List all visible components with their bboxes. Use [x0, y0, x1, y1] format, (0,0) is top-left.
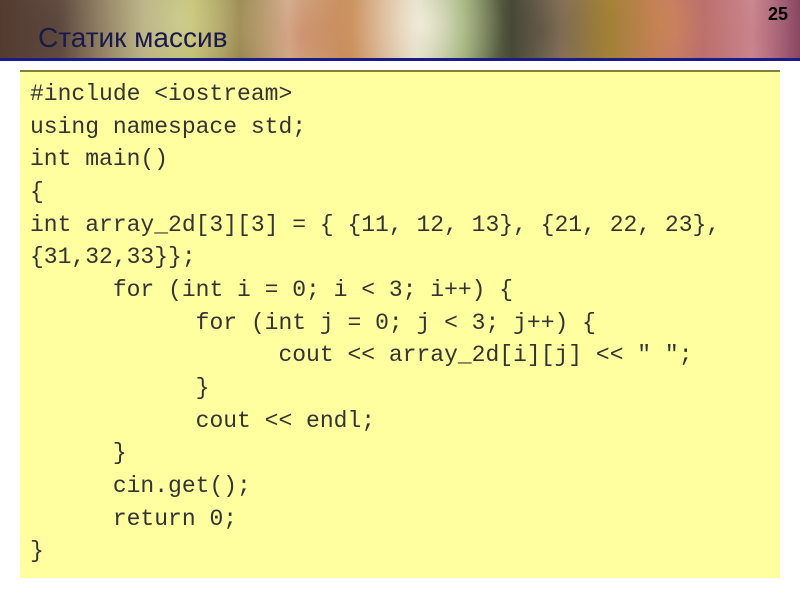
code-block: #include <iostream> using namespace std;…: [20, 70, 780, 578]
page-number: 25: [768, 4, 788, 25]
title-underline: [0, 58, 800, 61]
slide-title: Статик массив: [38, 22, 228, 54]
